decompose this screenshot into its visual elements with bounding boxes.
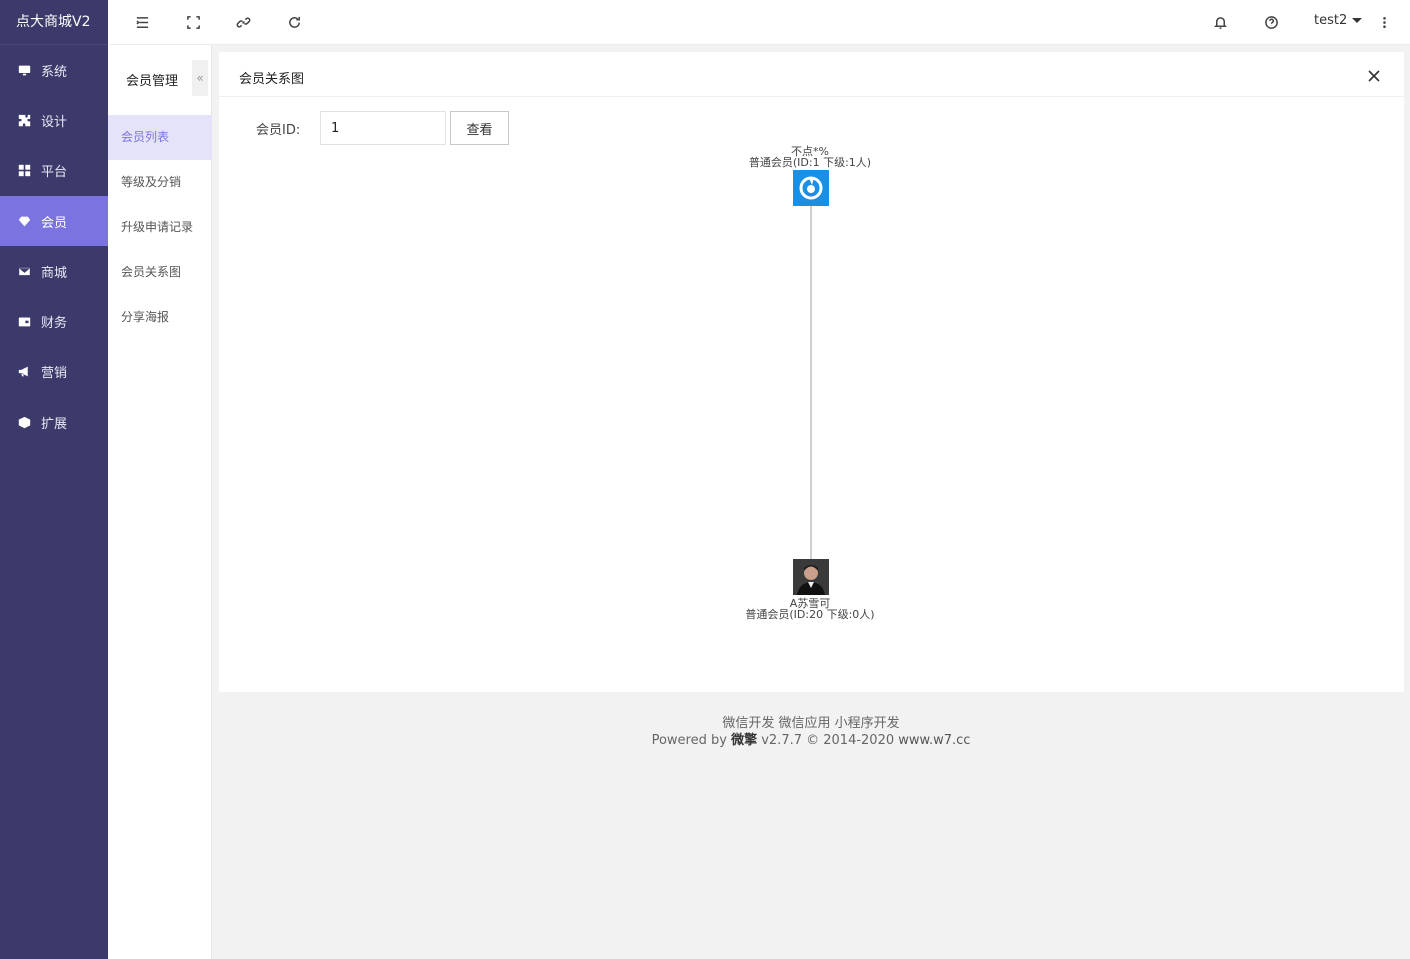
sidebar-item-label: 系统 bbox=[41, 64, 68, 80]
sidebar-item-design[interactable]: 设计 bbox=[0, 95, 108, 145]
sidebar-item-platform[interactable]: 平台 bbox=[0, 145, 108, 195]
child-node-avatar[interactable] bbox=[793, 559, 829, 595]
bell-icon[interactable] bbox=[1210, 12, 1230, 32]
wallet-icon bbox=[17, 314, 31, 328]
footer-product[interactable]: 微擎 bbox=[731, 733, 757, 748]
sub-sidebar-title: 会员管理 bbox=[126, 74, 179, 89]
sidebar-item-member[interactable]: 会员 bbox=[0, 196, 108, 246]
cube-icon bbox=[17, 415, 31, 429]
refresh-icon[interactable] bbox=[284, 12, 304, 32]
sidebar-item-finance[interactable]: 财务 bbox=[0, 296, 108, 346]
main-sidebar: 点大商城V2 系统 设计 平台 会员 商城 财务 营销 扩展 bbox=[0, 0, 108, 959]
top-bar: test2 bbox=[108, 0, 1410, 45]
collapse-button[interactable]: « bbox=[192, 60, 208, 96]
subnav-item-member-list[interactable]: 会员列表 bbox=[108, 115, 212, 160]
relation-graph-card: 会员关系图 会员ID: 查看 不点*% 普通会员(ID:1 下级:1人) A苏雪… bbox=[219, 52, 1404, 692]
diamond-icon bbox=[17, 214, 31, 228]
member-id-label: 会员ID: bbox=[256, 123, 301, 138]
sidebar-item-system[interactable]: 系统 bbox=[0, 45, 108, 95]
sidebar-item-label: 设计 bbox=[41, 114, 68, 130]
view-button[interactable]: 查看 bbox=[450, 111, 509, 145]
sidebar-item-mall[interactable]: 商城 bbox=[0, 246, 108, 296]
card-header: 会员关系图 bbox=[219, 52, 1404, 97]
root-node-info: 普通会员(ID:1 下级:1人) bbox=[748, 156, 872, 169]
relation-edge bbox=[810, 206, 812, 560]
user-avatar-photo bbox=[793, 559, 829, 595]
sidebar-item-label: 会员 bbox=[41, 215, 68, 231]
subnav-item-relation-graph[interactable]: 会员关系图 bbox=[108, 250, 212, 295]
footer-powered: Powered by 微擎 v2.7.7 © 2014-2020 www.w7.… bbox=[212, 732, 1410, 749]
sidebar-item-label: 营销 bbox=[41, 365, 68, 381]
sidebar-item-label: 平台 bbox=[41, 164, 68, 180]
grid-icon bbox=[17, 163, 31, 177]
link-icon[interactable] bbox=[233, 12, 253, 32]
monitor-icon bbox=[17, 63, 31, 77]
mail-icon bbox=[17, 264, 31, 278]
username: test2 bbox=[1314, 13, 1348, 28]
subnav-item-levels[interactable]: 等级及分销 bbox=[108, 160, 212, 205]
footer-links[interactable]: 微信开发 微信应用 小程序开发 bbox=[212, 715, 1410, 732]
fullscreen-icon[interactable] bbox=[183, 12, 203, 32]
puzzle-icon bbox=[17, 113, 31, 127]
app-logo-icon bbox=[799, 176, 823, 200]
sidebar-item-label: 财务 bbox=[41, 315, 68, 331]
subnav-item-share-poster[interactable]: 分享海报 bbox=[108, 295, 212, 340]
help-icon[interactable] bbox=[1261, 12, 1281, 32]
powered-by-text: Powered by bbox=[651, 733, 727, 748]
sub-sidebar-header: 会员管理 « bbox=[108, 45, 211, 115]
more-vertical-icon[interactable] bbox=[1374, 12, 1394, 32]
menu-toggle-icon[interactable] bbox=[132, 12, 152, 32]
subnav-item-upgrade-records[interactable]: 升级申请记录 bbox=[108, 205, 212, 250]
sidebar-item-marketing[interactable]: 营销 bbox=[0, 346, 108, 396]
footer-version: v2.7.7 © 2014-2020 bbox=[761, 733, 895, 748]
sub-sidebar: 会员管理 « 会员列表 等级及分销 升级申请记录 会员关系图 分享海报 bbox=[108, 45, 212, 959]
footer-site-link[interactable]: www.w7.cc bbox=[898, 733, 970, 748]
sidebar-item-extend[interactable]: 扩展 bbox=[0, 397, 108, 447]
close-icon[interactable] bbox=[1367, 69, 1383, 85]
megaphone-icon bbox=[17, 364, 31, 378]
member-id-input[interactable] bbox=[320, 111, 446, 145]
sidebar-item-label: 扩展 bbox=[41, 416, 68, 432]
footer: 微信开发 微信应用 小程序开发 Powered by 微擎 v2.7.7 © 2… bbox=[212, 715, 1410, 749]
sidebar-item-label: 商城 bbox=[41, 265, 68, 281]
user-menu[interactable]: test2 bbox=[1314, 13, 1363, 28]
root-node-avatar[interactable] bbox=[793, 170, 829, 206]
card-title: 会员关系图 bbox=[239, 72, 305, 87]
child-node-info: 普通会员(ID:20 下级:0人) bbox=[745, 608, 875, 621]
caret-down-icon bbox=[1352, 18, 1363, 23]
brand-logo[interactable]: 点大商城V2 bbox=[0, 0, 108, 45]
